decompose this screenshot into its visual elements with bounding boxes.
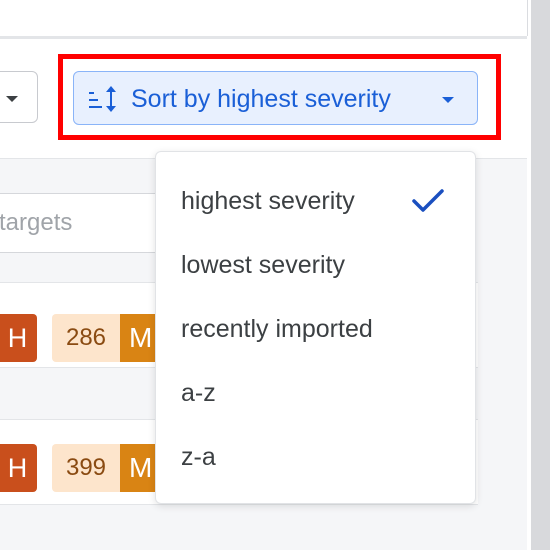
top-panel [0, 0, 528, 36]
medium-severity-badge: M [120, 314, 160, 362]
sort-option-label: a-z [181, 379, 216, 407]
scrollbar[interactable] [531, 0, 550, 550]
highlight-box [58, 54, 501, 140]
sort-dropdown-menu: highest severity lowest severity recentl… [155, 151, 476, 504]
sort-option-label: lowest severity [181, 251, 345, 279]
sort-option-lowest-severity[interactable]: lowest severity [156, 233, 475, 297]
sort-option-label: z-a [181, 443, 216, 471]
sort-option-label: recently imported [181, 315, 373, 343]
chevron-down-icon [6, 96, 18, 102]
sort-option-a-z[interactable]: a-z [156, 361, 475, 425]
medium-count-badge: 286 [52, 314, 120, 362]
sort-option-label: highest severity [181, 187, 355, 215]
sort-option-z-a[interactable]: z-a [156, 425, 475, 489]
filter-select[interactable] [0, 71, 38, 123]
medium-severity-badge: M [120, 444, 160, 492]
high-severity-badge: H [0, 314, 37, 362]
search-input[interactable] [0, 193, 165, 253]
sort-option-recently-imported[interactable]: recently imported [156, 297, 475, 361]
medium-count-badge: 399 [52, 444, 120, 492]
sort-option-highest-severity[interactable]: highest severity [156, 169, 475, 233]
checkmark-icon [412, 189, 444, 212]
high-severity-badge: H [0, 444, 37, 492]
